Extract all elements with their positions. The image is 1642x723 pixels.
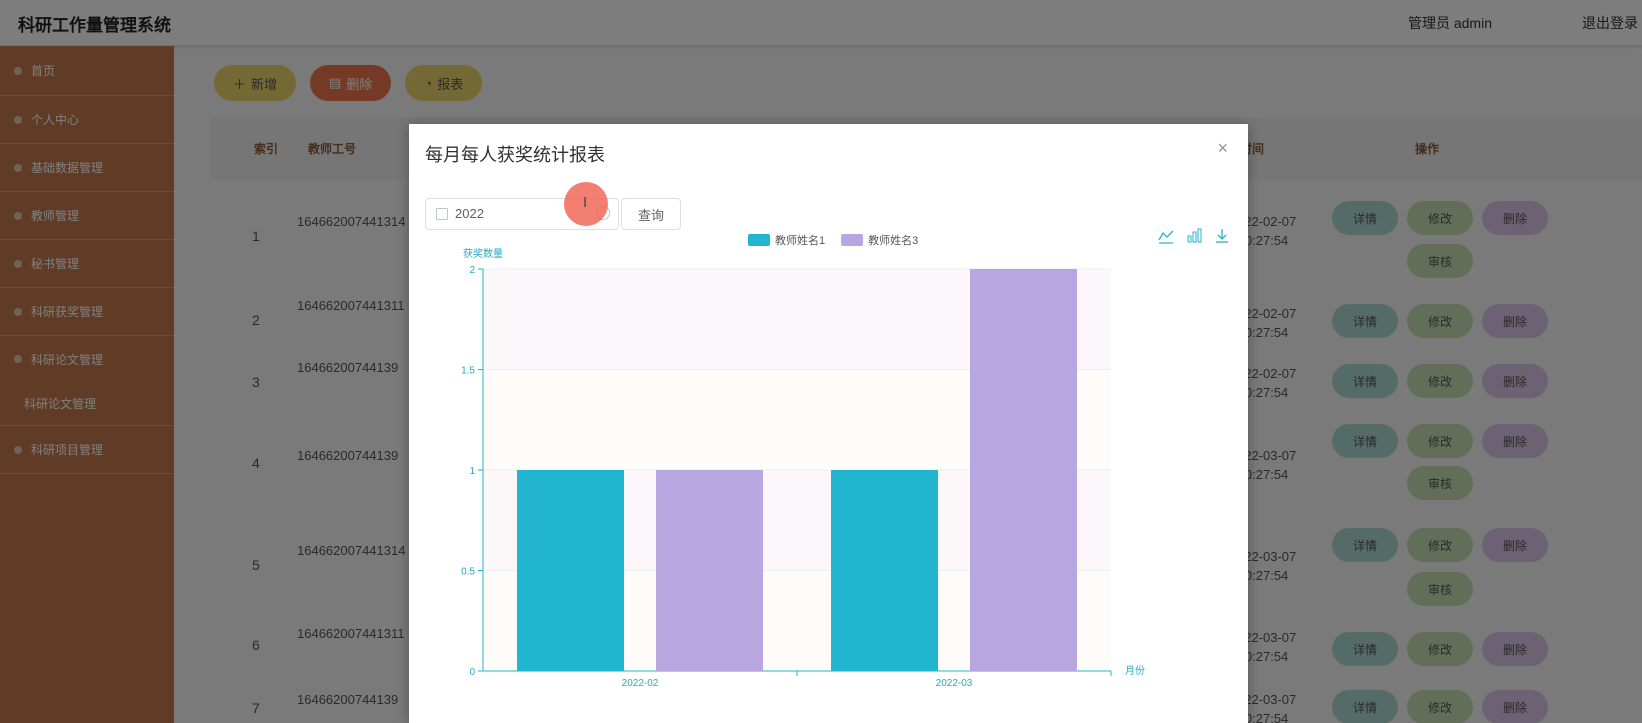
x-tick-label: 2022-02 [622,678,659,689]
report-dialog: 每月每人获奖统计报表 × 2022 I 查询 教师姓名1 教师姓名3 0 0.5 1… [409,124,1248,723]
bar [831,470,938,671]
y-tick-label: 0.5 [461,567,475,578]
bar [970,269,1077,671]
y-tick-label: 2 [469,265,475,276]
year-value: 2022 [455,206,484,221]
bar [656,470,763,671]
y-tick-label: 0 [469,667,475,678]
y-tick-label: 1 [469,466,475,477]
x-axis-label: 月份 [1125,665,1145,677]
calendar-icon [436,208,448,220]
y-axis-label: 获奖数量 [463,247,503,260]
bar-chart: 0 0.5 1 1.5 2 获奖数量月份 2022-02 2022-03 [461,247,1145,689]
dialog-title: 每月每人获奖统计报表 [425,145,605,165]
close-icon[interactable]: × [1217,138,1228,159]
bar [517,470,624,671]
x-tick-label: 2022-03 [936,678,973,689]
query-button[interactable]: 查询 [621,198,681,230]
text-cursor-icon: I [583,194,588,211]
y-tick-label: 1.5 [461,366,475,377]
